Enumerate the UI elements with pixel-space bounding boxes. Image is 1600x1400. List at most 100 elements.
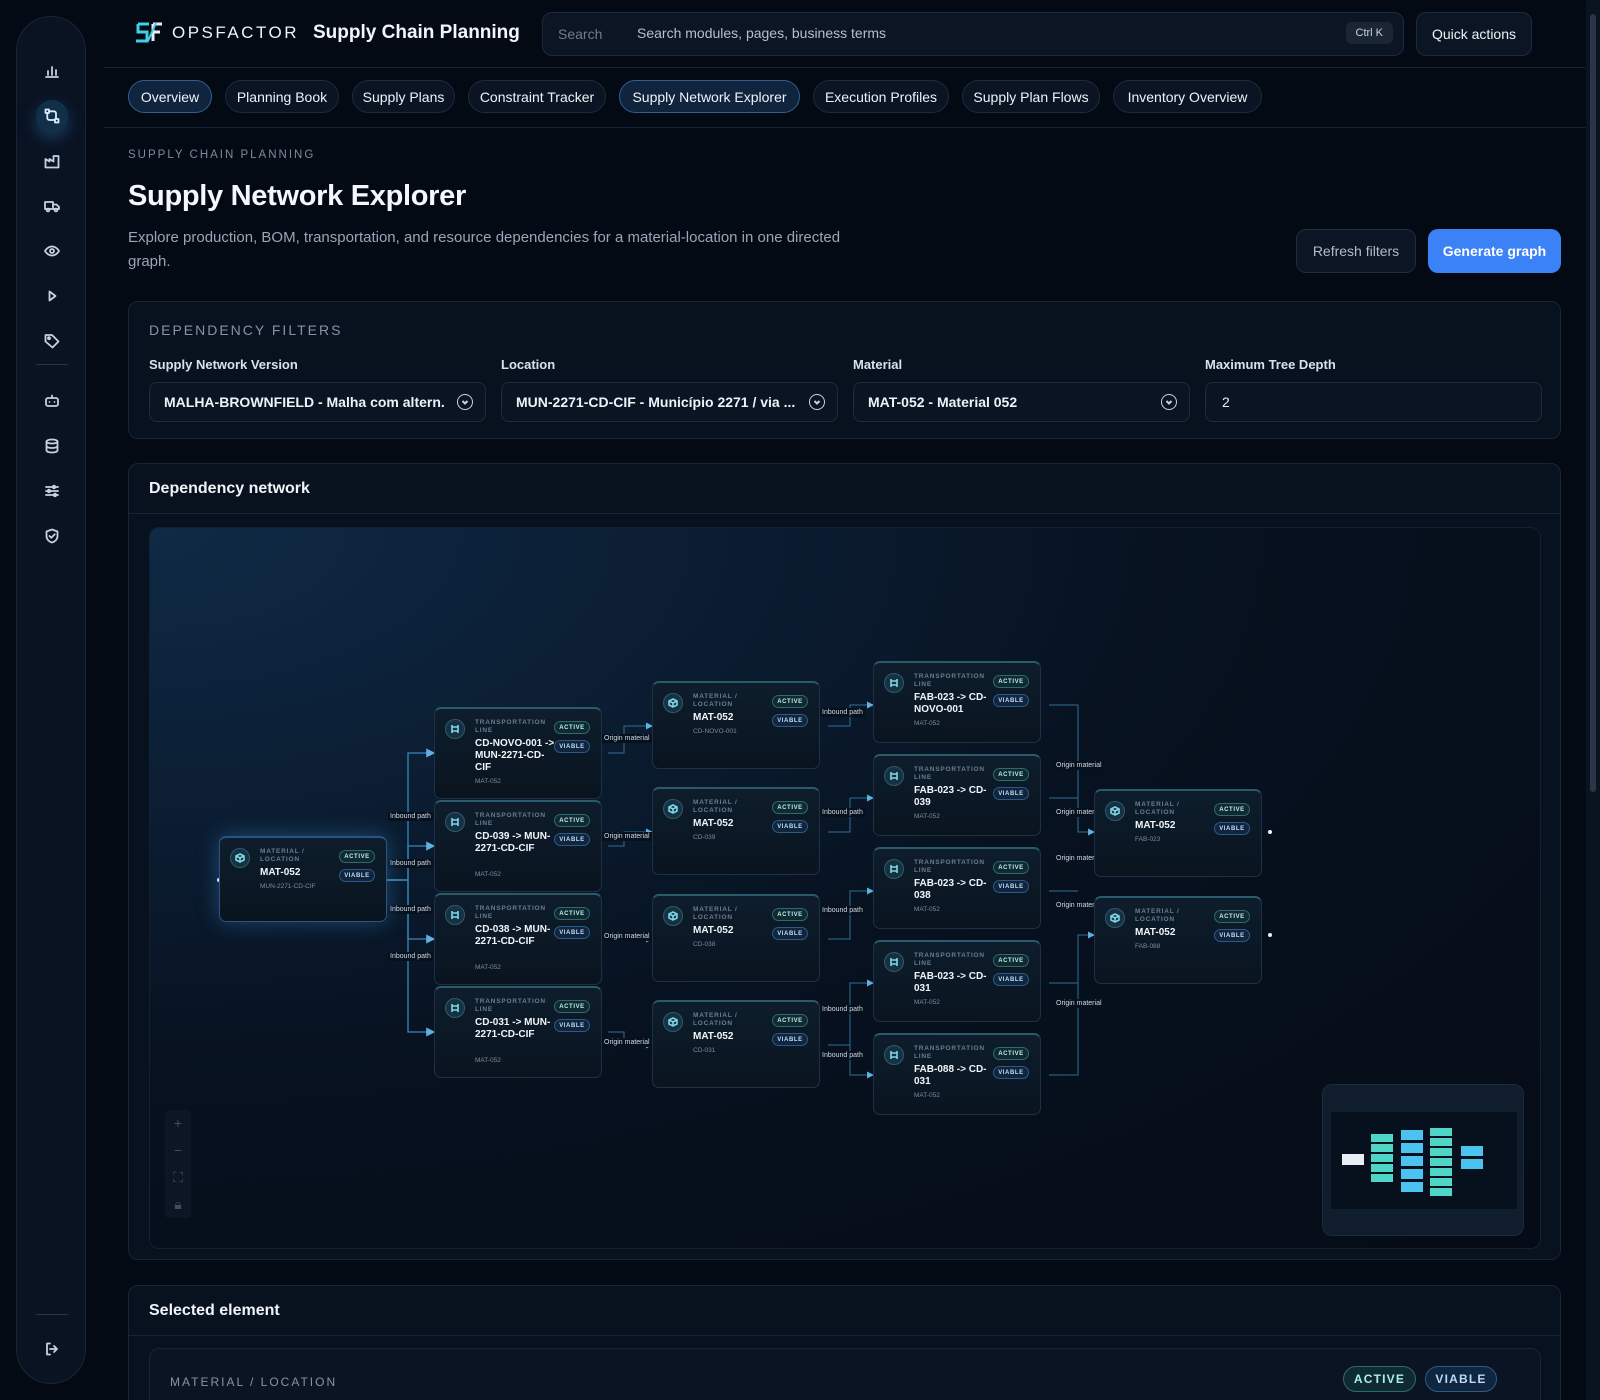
tab-overview[interactable]: Overview <box>128 80 212 113</box>
search-bar[interactable]: Search Ctrl K <box>542 12 1404 56</box>
tab-constraint-tracker[interactable]: Constraint Tracker <box>468 80 606 113</box>
node-kind: TRANSPORTATION LINE <box>475 998 546 1013</box>
network-title: Dependency network <box>129 464 1560 514</box>
database-icon[interactable] <box>36 430 68 462</box>
robot-icon[interactable] <box>36 385 68 417</box>
tab-execution-profiles[interactable]: Execution Profiles <box>813 80 949 113</box>
node-kind: TRANSPORTATION LINE <box>475 812 546 827</box>
node-kind: MATERIAL / LOCATION <box>693 906 738 921</box>
material-location-node[interactable]: MATERIAL / LOCATION MAT-052 CD-031 ACTIVE VI… <box>652 1000 820 1088</box>
transportation-line-node[interactable]: TRANSPORTATION LINE CD-NOVO-001 -> MUN-22… <box>434 707 602 799</box>
node-kind: MATERIAL / LOCATION <box>1135 801 1180 816</box>
node-title: FAB-088 -> CD-031 <box>914 1064 987 1087</box>
node-kind: MATERIAL / LOCATION <box>260 848 305 863</box>
tag-icon[interactable] <box>36 325 68 357</box>
fit-view-icon[interactable]: ⛶ <box>165 1164 191 1191</box>
zoom-in-icon[interactable]: + <box>165 1110 191 1137</box>
node-title: MAT-052 <box>260 867 301 878</box>
graph-edge <box>1049 931 1095 984</box>
logout-icon[interactable] <box>36 1333 68 1365</box>
node-subtitle: MAT-052 <box>475 871 501 878</box>
tab-supply-network-explorer[interactable]: Supply Network Explorer <box>619 80 800 113</box>
node-kind: TRANSPORTATION LINE <box>475 719 546 734</box>
graph-canvas[interactable]: Inbound path Inbound path Inbound path I… <box>149 527 1541 1249</box>
material-select[interactable]: MAT-052 - Material 052 <box>853 382 1190 422</box>
version-select[interactable]: MALHA-BROWNFIELD - Malha com altern... <box>149 382 486 422</box>
status-badge-viable: VIABLE <box>554 833 590 846</box>
graph-minimap[interactable] <box>1322 1084 1524 1236</box>
shield-check-icon[interactable] <box>36 520 68 552</box>
transportation-line-node[interactable]: TRANSPORTATION LINE CD-031 -> MUN-2271-CD… <box>434 986 602 1078</box>
transportation-line-node[interactable]: TRANSPORTATION LINE FAB-023 -> CD-NOVO-00… <box>873 661 1041 743</box>
node-subtitle: CD-NOVO-001 <box>693 728 737 735</box>
transportation-line-node[interactable]: TRANSPORTATION LINE FAB-023 -> CD-038 MAT-… <box>873 847 1041 929</box>
generate-graph-button[interactable]: Generate graph <box>1428 229 1561 273</box>
material-location-node[interactable]: MATERIAL / LOCATION MAT-052 FAB-023 ACTIVE V… <box>1094 789 1262 877</box>
material-location-node[interactable]: MATERIAL / LOCATION MAT-052 FAB-088 ACTIVE V… <box>1094 896 1262 984</box>
status-badge-viable: VIABLE <box>554 740 590 753</box>
cube-icon <box>1105 908 1125 928</box>
minimap-nodes <box>1342 1128 1483 1196</box>
status-badge-active: ACTIVE <box>772 1014 808 1027</box>
node-title: CD-039 -> MUN-2271-CD-CIF <box>475 831 551 854</box>
cube-icon <box>663 1012 683 1032</box>
transportation-line-node[interactable]: TRANSPORTATION LINE FAB-023 -> CD-031 MAT-… <box>873 940 1041 1022</box>
selected-element-panel: Selected element MATERIAL / LOCATION ACT… <box>128 1285 1561 1400</box>
node-title: MAT-052 <box>1135 927 1176 938</box>
transportation-line-node[interactable]: TRANSPORTATION LINE CD-039 -> MUN-2271-CD… <box>434 800 602 892</box>
transportation-line-node[interactable]: TRANSPORTATION LINE CD-038 -> MUN-2271-CD… <box>434 893 602 985</box>
search-input[interactable] <box>637 25 1337 41</box>
node-subtitle: CD-039 <box>693 834 716 841</box>
version-filter: Supply Network Version MALHA-BROWNFIELD … <box>149 357 486 422</box>
node-subtitle: CD-038 <box>693 941 716 948</box>
node-kind: MATERIAL / LOCATION <box>693 1012 738 1027</box>
tab-inventory-overview[interactable]: Inventory Overview <box>1113 80 1262 113</box>
eye-icon[interactable] <box>36 235 68 267</box>
location-label: Location <box>501 357 556 372</box>
status-badge-active: ACTIVE <box>993 675 1029 688</box>
lock-icon[interactable]: 🔒︎ <box>165 1191 191 1218</box>
node-subtitle: MAT-052 <box>475 964 501 971</box>
refresh-filters-button[interactable]: Refresh filters <box>1296 229 1416 273</box>
chart-icon[interactable] <box>36 55 68 87</box>
material-location-node[interactable]: MATERIAL / LOCATION MAT-052 CD-038 ACTIVE VI… <box>652 894 820 982</box>
tab-supply-plans[interactable]: Supply Plans <box>352 80 455 113</box>
route-icon <box>445 905 465 925</box>
tab-supply-plan-flows[interactable]: Supply Plan Flows <box>962 80 1100 113</box>
status-badge-active: ACTIVE <box>1343 1366 1416 1392</box>
status-badge-active: ACTIVE <box>772 695 808 708</box>
module-tabs: Overview Planning Book Supply Plans Cons… <box>104 68 1588 128</box>
page-scrollbar[interactable] <box>1586 0 1600 1400</box>
node-title: MAT-052 <box>1135 820 1176 831</box>
zoom-out-icon[interactable]: − <box>165 1137 191 1164</box>
sliders-icon[interactable] <box>36 475 68 507</box>
edge-label: Inbound path <box>388 859 433 868</box>
material-location-node[interactable]: MATERIAL / LOCATION MAT-052 MUN-2271-CD-CI… <box>219 836 387 922</box>
edge-label: Inbound path <box>820 708 865 717</box>
node-title: FAB-023 -> CD-038 <box>914 878 987 901</box>
status-badge-active: ACTIVE <box>993 768 1029 781</box>
brand[interactable]: OPSFACTOR <box>134 20 299 46</box>
cube-icon <box>1105 801 1125 821</box>
node-subtitle: CD-031 <box>693 1047 716 1054</box>
network-icon[interactable] <box>36 100 68 132</box>
node-kind: TRANSPORTATION LINE <box>914 673 985 688</box>
play-icon[interactable] <box>36 280 68 312</box>
max-depth-input[interactable] <box>1205 382 1542 422</box>
truck-icon[interactable] <box>36 190 68 222</box>
edge-label: Inbound path <box>820 1005 865 1014</box>
factory-icon[interactable] <box>36 145 68 177</box>
status-badge-viable: VIABLE <box>554 926 590 939</box>
quick-actions-button[interactable]: Quick actions <box>1416 12 1532 56</box>
status-badge-viable: VIABLE <box>1425 1366 1497 1392</box>
status-badge-viable: VIABLE <box>993 1066 1029 1079</box>
material-location-node[interactable]: MATERIAL / LOCATION MAT-052 CD-NOVO-001 ACT… <box>652 681 820 769</box>
tab-planning-book[interactable]: Planning Book <box>225 80 339 113</box>
scrollbar-thumb[interactable] <box>1590 14 1596 792</box>
transportation-line-node[interactable]: TRANSPORTATION LINE FAB-023 -> CD-039 MAT-… <box>873 754 1041 836</box>
edge-label: Origin material <box>1054 999 1104 1008</box>
location-select[interactable]: MUN-2271-CD-CIF - Município 2271 / via .… <box>501 382 838 422</box>
transportation-line-node[interactable]: TRANSPORTATION LINE FAB-088 -> CD-031 MAT-… <box>873 1033 1041 1115</box>
status-badge-active: ACTIVE <box>554 907 590 920</box>
material-location-node[interactable]: MATERIAL / LOCATION MAT-052 CD-039 ACTIVE VI… <box>652 787 820 875</box>
